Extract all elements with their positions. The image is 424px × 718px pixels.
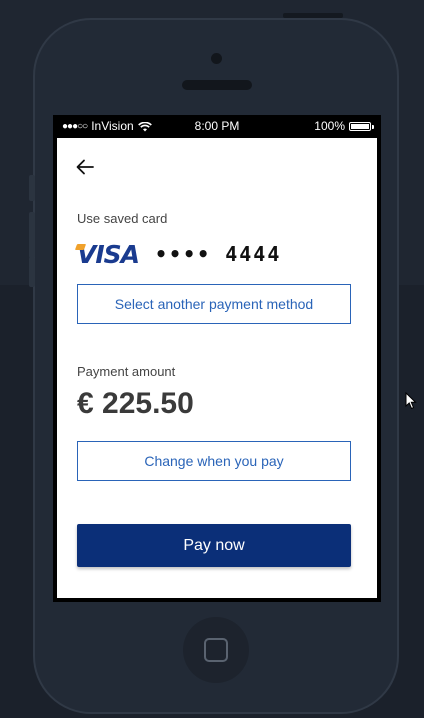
home-square-icon bbox=[204, 638, 228, 662]
mute-switch bbox=[29, 175, 35, 201]
visa-accent bbox=[74, 243, 87, 250]
saved-card-label: Use saved card bbox=[77, 211, 168, 226]
saved-card-row: VISA •••• 4444 bbox=[74, 239, 282, 269]
payment-amount-label: Payment amount bbox=[77, 364, 176, 379]
mouse-cursor-icon bbox=[405, 392, 417, 410]
battery-fill bbox=[351, 124, 369, 129]
battery-icon bbox=[349, 122, 374, 131]
select-payment-method-button[interactable]: Select another payment method bbox=[77, 284, 351, 324]
earpiece-speaker bbox=[182, 80, 252, 90]
volume-up-button bbox=[29, 212, 35, 258]
card-brand: VISA bbox=[77, 239, 140, 269]
front-camera bbox=[211, 53, 222, 64]
pay-now-button[interactable]: Pay now bbox=[77, 524, 351, 567]
volume-down-button bbox=[29, 257, 35, 287]
visa-logo: VISA bbox=[74, 239, 140, 269]
card-number: •••• 4444 bbox=[155, 242, 282, 266]
status-right: 100% bbox=[314, 115, 374, 138]
back-button[interactable] bbox=[74, 156, 96, 178]
battery-percent: 100% bbox=[314, 119, 345, 133]
screen-frame: ●●●○○ InVision 8:00 PM 100% Use saved ca… bbox=[53, 115, 381, 602]
arrow-left-icon bbox=[76, 159, 94, 175]
change-when-you-pay-button[interactable]: Change when you pay bbox=[77, 441, 351, 481]
payment-amount-value: € 225.50 bbox=[77, 387, 194, 420]
status-bar: ●●●○○ InVision 8:00 PM 100% bbox=[53, 115, 381, 138]
app-screen: Use saved card VISA •••• 4444 Select ano… bbox=[57, 138, 377, 598]
home-button[interactable] bbox=[183, 617, 249, 683]
